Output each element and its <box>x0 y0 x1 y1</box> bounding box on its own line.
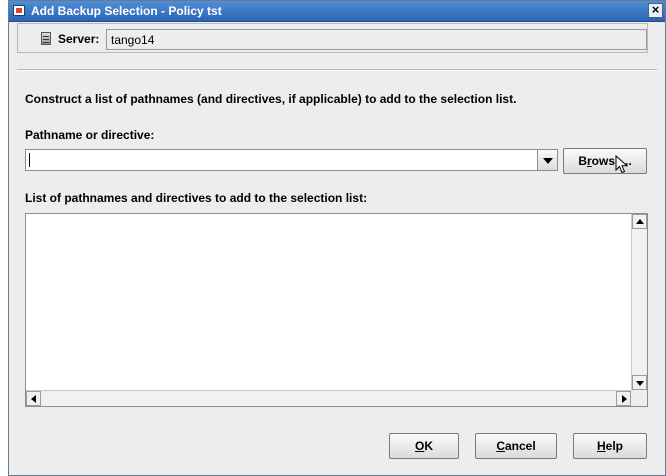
pathname-dropdown-button[interactable] <box>538 149 558 171</box>
server-icon <box>41 32 51 45</box>
scrollbar-corner <box>631 390 647 406</box>
title-bar[interactable]: Add Backup Selection - Policy tst × <box>9 1 665 22</box>
app-icon <box>13 5 25 16</box>
selection-list[interactable] <box>25 213 648 407</box>
close-button[interactable]: × <box>648 3 663 18</box>
scroll-down-button[interactable] <box>632 375 647 390</box>
arrow-up-icon <box>636 219 644 224</box>
separator <box>17 69 657 71</box>
pathname-label: Pathname or directive: <box>25 128 155 142</box>
scroll-up-button[interactable] <box>632 214 647 229</box>
ok-button[interactable]: OK <box>389 433 459 459</box>
pathname-input[interactable] <box>25 149 538 171</box>
server-field: tango14 <box>106 29 647 50</box>
scroll-right-button[interactable] <box>616 391 631 406</box>
mouse-pointer-icon <box>615 155 629 174</box>
help-button[interactable]: Help <box>573 433 647 459</box>
browse-button[interactable]: Browse... <box>563 148 647 174</box>
vertical-scrollbar[interactable] <box>631 214 647 390</box>
server-label: Server: <box>58 32 100 46</box>
instructions-text: Construct a list of pathnames (and direc… <box>25 92 517 106</box>
window-title: Add Backup Selection - Policy tst <box>31 4 222 18</box>
list-label: List of pathnames and directives to add … <box>25 191 368 205</box>
arrow-right-icon <box>622 395 627 403</box>
cancel-button[interactable]: Cancel <box>475 433 557 459</box>
chevron-down-icon <box>543 158 553 164</box>
arrow-left-icon <box>31 395 36 403</box>
arrow-down-icon <box>636 381 644 386</box>
text-caret <box>29 153 30 167</box>
server-panel: Server: tango14 <box>17 23 648 53</box>
horizontal-scrollbar[interactable] <box>26 390 631 406</box>
scroll-left-button[interactable] <box>26 391 41 406</box>
add-backup-selection-dialog: Add Backup Selection - Policy tst × Serv… <box>8 0 666 476</box>
